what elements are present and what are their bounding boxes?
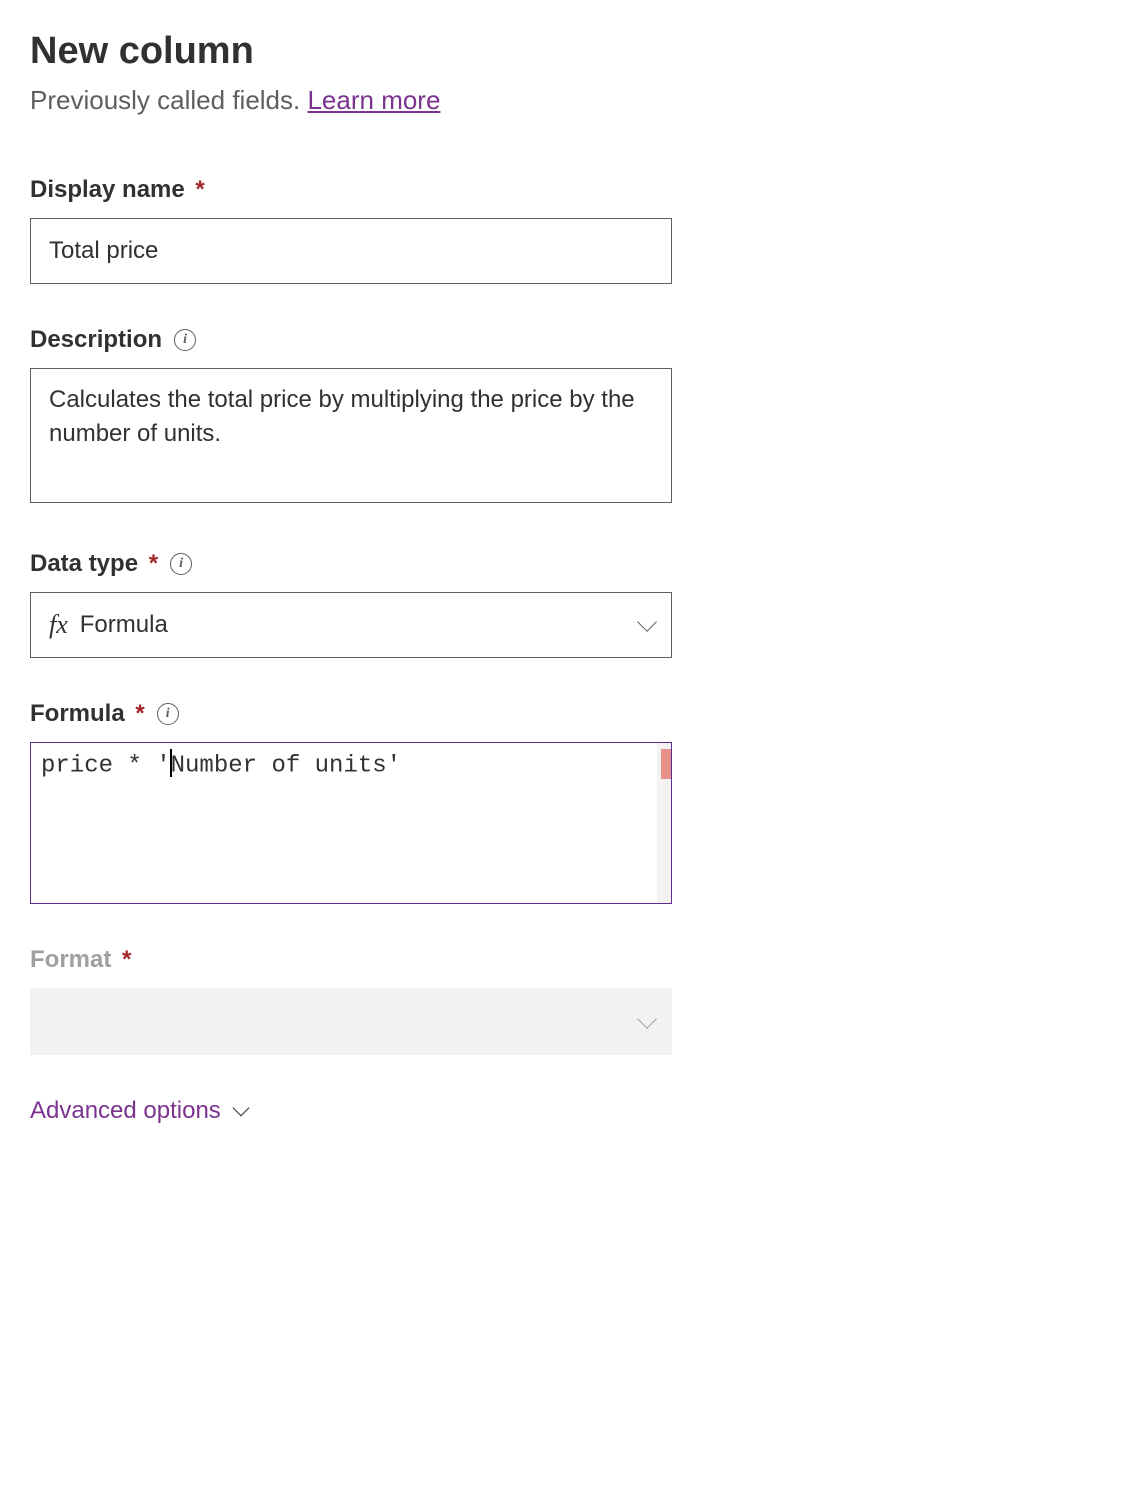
required-asterisk: * [129, 700, 145, 727]
description-label: Description [30, 326, 162, 354]
formula-field-group: Formula * i price * 'Number of units' [30, 700, 1110, 904]
info-icon[interactable]: i [157, 703, 179, 725]
format-select-wrapper [30, 988, 672, 1055]
advanced-options-toggle[interactable]: Advanced options [30, 1097, 1110, 1125]
format-label-row: Format * [30, 946, 1110, 974]
formula-text-before: price * ' [41, 752, 171, 779]
chevron-wrapper [640, 621, 654, 629]
info-icon[interactable]: i [170, 553, 192, 575]
formula-label-row: Formula * i [30, 700, 1110, 728]
display-name-input[interactable] [30, 218, 672, 284]
learn-more-link[interactable]: Learn more [307, 85, 440, 115]
format-select[interactable] [30, 988, 672, 1055]
required-asterisk: * [189, 176, 205, 203]
description-label-row: Description i [30, 326, 1110, 354]
formula-editor[interactable]: price * 'Number of units' [30, 742, 672, 904]
data-type-value: Formula [80, 611, 168, 639]
data-type-field-group: Data type * i fx Formula [30, 550, 1110, 658]
description-field-group: Description i Calculates the total price… [30, 326, 1110, 508]
chevron-down-icon [232, 1100, 249, 1117]
chevron-wrapper [640, 1018, 654, 1026]
formula-text-after: Number of units' [171, 752, 401, 779]
formula-scrollbar-thumb[interactable] [661, 749, 671, 779]
required-asterisk: * [115, 946, 131, 973]
formula-label: Formula * [30, 700, 145, 728]
formula-content[interactable]: price * 'Number of units' [31, 743, 657, 903]
data-type-select[interactable]: fx Formula [30, 592, 672, 658]
text-cursor [170, 749, 172, 777]
formula-scrollbar[interactable] [657, 743, 671, 903]
display-name-label: Display name * [30, 176, 205, 204]
subtitle-prefix: Previously called fields. [30, 85, 307, 115]
display-name-label-row: Display name * [30, 176, 1110, 204]
format-label: Format * [30, 946, 131, 974]
panel-title: New column [30, 30, 1110, 73]
data-type-label-row: Data type * i [30, 550, 1110, 578]
panel-subtitle: Previously called fields. Learn more [30, 85, 1110, 116]
data-type-label: Data type * [30, 550, 158, 578]
format-field-group: Format * [30, 946, 1110, 1055]
info-icon[interactable]: i [174, 329, 196, 351]
fx-icon: fx [49, 610, 68, 640]
description-input[interactable]: Calculates the total price by multiplyin… [30, 368, 672, 503]
display-name-field-group: Display name * [30, 176, 1110, 284]
data-type-select-wrapper: fx Formula [30, 592, 672, 658]
advanced-options-label: Advanced options [30, 1097, 221, 1125]
required-asterisk: * [142, 550, 158, 577]
